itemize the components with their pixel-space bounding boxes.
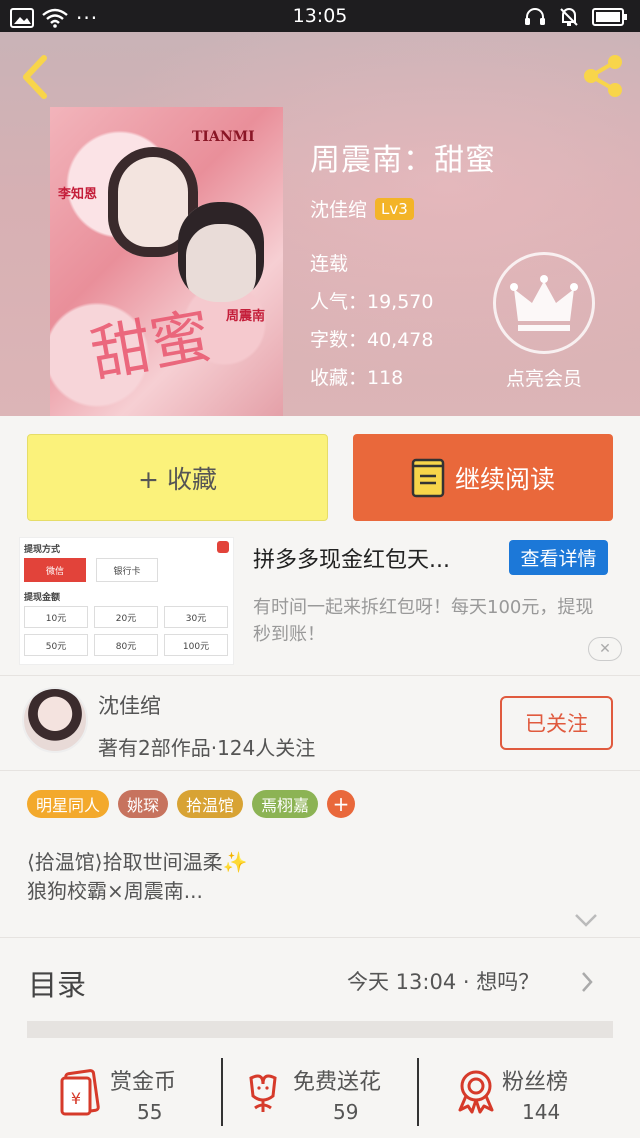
tag-list: 明星同人 姚琛 拾温馆 焉栩嘉 + <box>27 790 356 818</box>
cover-name-right: 周震南 <box>226 309 266 324</box>
reward-coins-count: 55 <box>137 1100 163 1124</box>
flower-icon <box>249 1074 277 1112</box>
avatar[interactable] <box>22 687 88 753</box>
ad-amount: 10元 <box>24 606 88 628</box>
add-tag-button[interactable]: + <box>327 790 356 818</box>
ad-method-label: 提现方式 <box>24 545 61 555</box>
tag-chip[interactable]: 姚琛 <box>118 790 169 818</box>
crown-icon <box>510 275 578 331</box>
continue-reading-label: 继续阅读 <box>454 464 555 494</box>
ad-description: 有时间一起来拆红包呀！每天100元，提现秒到账！ <box>253 597 594 645</box>
svg-text:¥: ¥ <box>71 1089 81 1108</box>
description-line: ⟨拾温馆⟩拾取世间温柔✨ <box>27 850 248 874</box>
back-arrow-icon[interactable] <box>18 55 52 99</box>
bottom-actions: ¥ 赏金币 55 免费送花 59 粉丝榜 144 <box>0 1040 640 1138</box>
book-author[interactable]: 沈佳绾 Lv3 <box>310 195 414 222</box>
divider <box>221 1058 223 1126</box>
ad-amount: 100元 <box>164 634 228 656</box>
reward-coins-button[interactable]: ¥ 赏金币 55 <box>0 1040 213 1138</box>
ad-amount: 80元 <box>94 634 158 656</box>
book-info: 周震南：甜蜜 沈佳绾 Lv3 连载 人气：19,570 字数：40,478 收藏… <box>310 135 496 389</box>
battery-icon <box>592 8 627 26</box>
description-line: 狼狗校霸×周震南... <box>27 879 203 903</box>
tag-chip[interactable]: 焉栩嘉 <box>252 790 319 818</box>
headset-icon <box>525 8 545 25</box>
medal-icon <box>458 1070 494 1114</box>
ad-details-button[interactable]: 查看详情 <box>509 540 608 575</box>
section-bar <box>27 1021 613 1038</box>
ad-amount: 30元 <box>164 606 228 628</box>
mute-bell-icon <box>560 8 578 26</box>
fan-ranking-label: 粉丝榜 <box>502 1070 569 1095</box>
book-meta: 连载 人气：19,570 字数：40,478 收藏：118 <box>310 245 433 397</box>
level-badge: Lv3 <box>375 197 414 220</box>
book-cover: TIANMI 李知恩 周震南 甜蜜 <box>50 107 283 416</box>
tag-chip[interactable]: 明星同人 <box>27 790 110 818</box>
cover-title: 甜蜜 <box>85 301 217 391</box>
ad-logo-icon <box>217 541 229 553</box>
serial-status: 连载 <box>310 253 349 275</box>
favorite-button[interactable]: + 收藏 <box>27 434 328 521</box>
author-name[interactable]: 沈佳绾 <box>310 195 367 222</box>
ad-amount: 50元 <box>24 634 88 656</box>
tag-chip[interactable]: 拾温馆 <box>177 790 244 818</box>
divider <box>0 770 640 771</box>
chevron-down-icon[interactable] <box>574 912 598 928</box>
reward-coins-label: 赏金币 <box>110 1070 177 1095</box>
divider <box>0 937 640 938</box>
vip-label[interactable]: 点亮会员 <box>490 364 598 391</box>
author-card-name[interactable]: 沈佳绾 <box>98 690 161 720</box>
toc-update[interactable]: 今天 13:04 · 想吗？ <box>347 966 539 996</box>
favorites-stat: 收藏：118 <box>310 367 404 389</box>
follow-button[interactable]: 已关注 <box>500 696 613 750</box>
ad-amount-label: 提现金额 <box>24 593 61 603</box>
free-flowers-count: 59 <box>333 1100 359 1124</box>
book-header: TIANMI 李知恩 周震南 甜蜜 周震南：甜蜜 沈佳绾 Lv3 连载 人气：1… <box>0 32 640 416</box>
free-flowers-button[interactable]: 免费送花 59 <box>213 1040 426 1138</box>
red-envelope-icon: ¥ <box>60 1069 100 1116</box>
divider <box>417 1058 419 1126</box>
divider <box>0 675 640 676</box>
fan-ranking-count: 144 <box>522 1100 561 1124</box>
chevron-right-icon[interactable] <box>580 971 594 993</box>
ad-amount-grid: 10元 20元 30元 50元 80元 100元 <box>24 606 230 656</box>
toc-label[interactable]: 目录 <box>28 962 86 1004</box>
book-icon <box>411 458 445 497</box>
book-title: 周震南：甜蜜 <box>310 143 496 178</box>
author-card-stats: 著有2部作品·124人关注 <box>98 736 316 760</box>
book-description: ⟨拾温馆⟩拾取世间温柔✨ 狼狗校霸×周震南... <box>27 848 248 906</box>
share-icon[interactable] <box>580 53 626 99</box>
ad-amount: 20元 <box>94 606 158 628</box>
ad-image[interactable]: 提现方式 微信 银行卡 提现金额 10元 20元 30元 50元 80元 100… <box>19 537 234 665</box>
cover-figure-right <box>178 202 264 302</box>
fan-ranking-button[interactable]: 粉丝榜 144 <box>426 1040 639 1138</box>
ad-bank-option: 银行卡 <box>96 558 158 582</box>
cover-brand: TIANMI <box>192 129 255 145</box>
status-bar: ··· 13:05 <box>0 0 640 32</box>
vip-button[interactable] <box>493 252 595 354</box>
free-flowers-label: 免费送花 <box>293 1070 382 1095</box>
ad-title[interactable]: 拼多多现金红包天... <box>253 542 450 574</box>
cover-name-left: 李知恩 <box>58 187 98 202</box>
ad-wechat-option: 微信 <box>24 558 86 582</box>
popularity-stat: 人气：19,570 <box>310 291 434 313</box>
word-count-stat: 字数：40,478 <box>310 329 434 351</box>
continue-reading-button[interactable]: 继续阅读 <box>353 434 613 521</box>
ad-close-button[interactable]: ✕ <box>588 637 622 661</box>
